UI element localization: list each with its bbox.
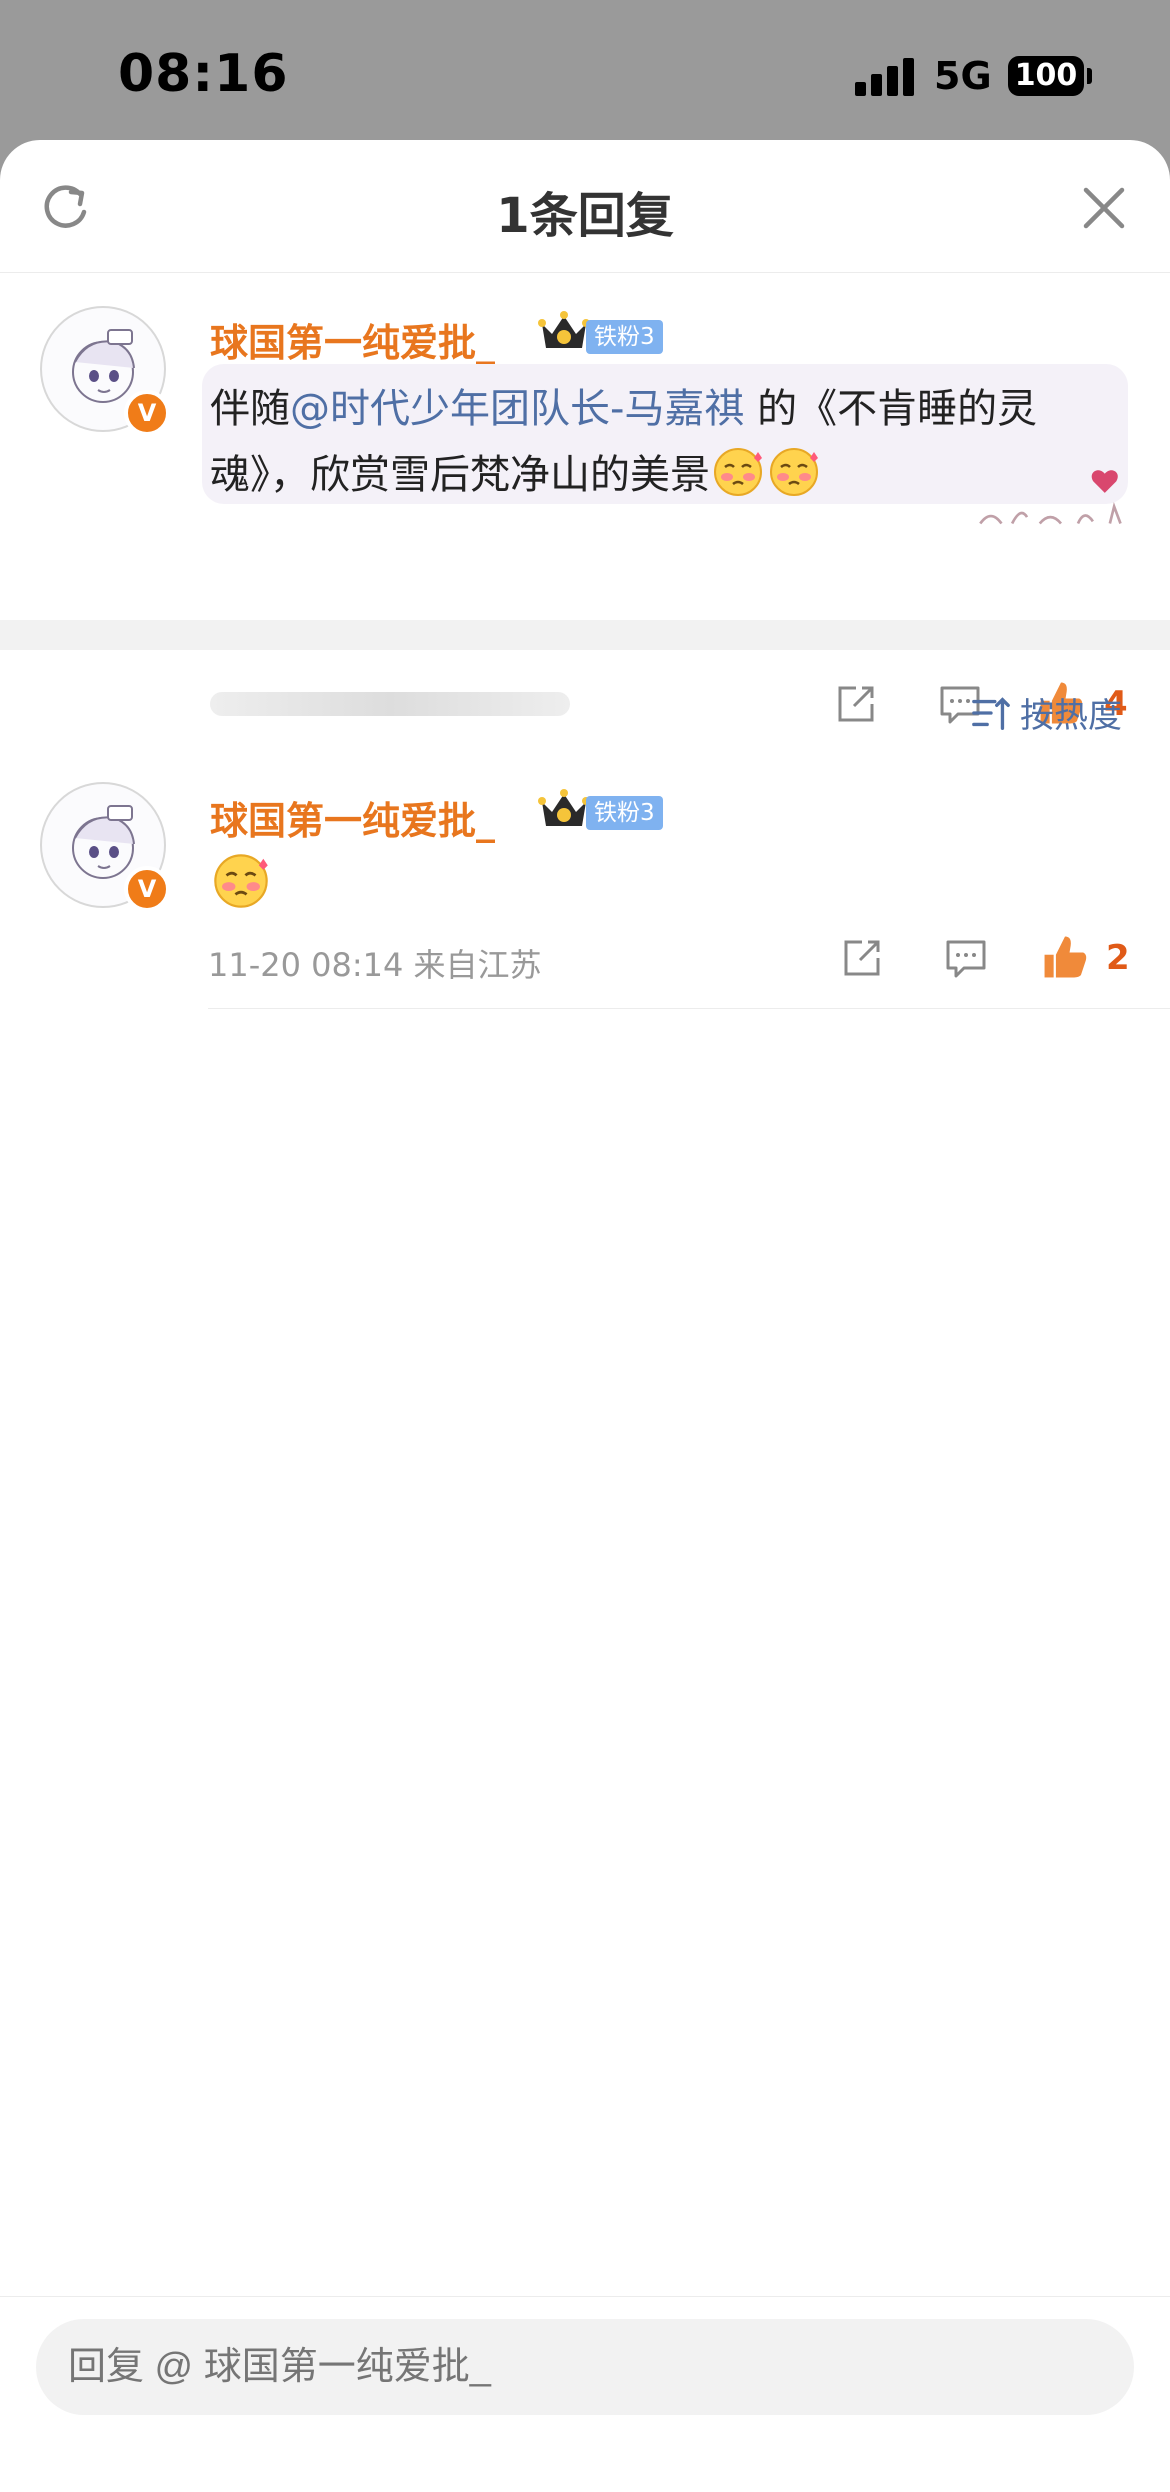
status-time: 08:16 <box>118 44 289 104</box>
like-count: 2 <box>1106 938 1130 978</box>
battery-icon: 100 <box>1008 56 1084 96</box>
share-icon[interactable] <box>840 936 884 980</box>
like-icon[interactable] <box>1040 932 1090 982</box>
crown-icon <box>538 789 590 826</box>
avatar[interactable]: V <box>40 782 170 912</box>
reply-divider <box>208 1008 1170 1009</box>
network-type: 5G <box>934 54 992 98</box>
battery-nub <box>1087 68 1092 84</box>
username[interactable]: 球国第一纯爱批_ <box>210 790 495 845</box>
reply-bar <box>0 2296 1170 2492</box>
verified-badge: V <box>124 866 170 912</box>
fan-level-badge: 铁粉3 <box>586 796 663 830</box>
reply-item: V 球国第一纯爱批_ 铁粉3 11-20 08:14 来自江苏 2 <box>0 140 1170 1010</box>
reply-input[interactable] <box>36 2319 1134 2415</box>
signal-icon <box>855 58 915 96</box>
reply-sheet: 1条回复 V 球国第一纯爱批_ 铁粉3 伴随@时代少年团队长-马嘉祺 的《不肯睡… <box>0 140 1170 2492</box>
comment-icon[interactable] <box>944 936 988 980</box>
shy-blush-emoji-icon <box>214 854 268 908</box>
reply-meta: 11-20 08:14 来自江苏 <box>208 946 542 984</box>
status-bar: 08:16 5G 100 <box>0 0 1170 140</box>
